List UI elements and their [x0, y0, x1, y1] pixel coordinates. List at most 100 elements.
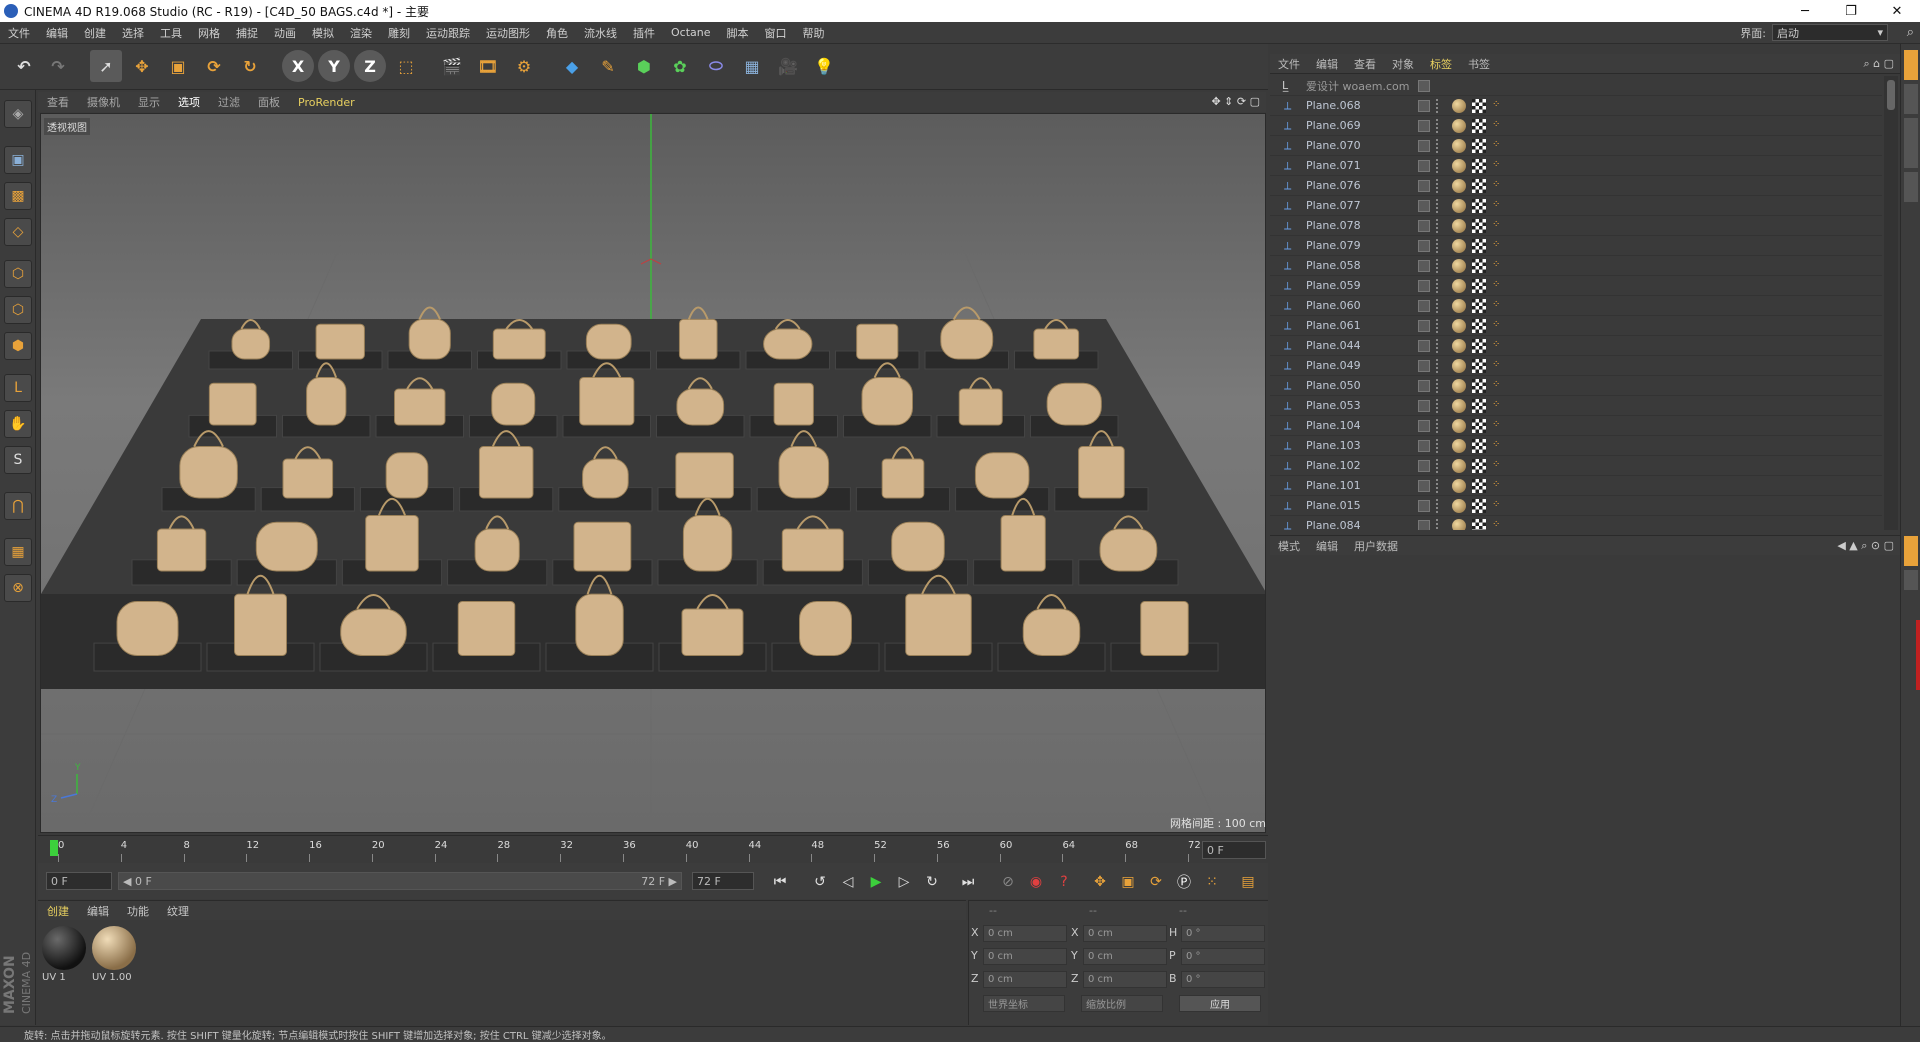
key-scale-icon[interactable]: ▣ — [1116, 870, 1140, 894]
object-list-scrollbar[interactable] — [1884, 76, 1898, 530]
render-visibility-dots[interactable] — [1436, 98, 1440, 113]
menu-plugins[interactable]: 插件 — [625, 25, 663, 41]
attribute-menu-mode[interactable]: 模式 — [1270, 538, 1308, 554]
uvw-tag-icon[interactable] — [1472, 118, 1486, 133]
visibility-toggle[interactable] — [1418, 299, 1430, 312]
menu-octane[interactable]: Octane — [663, 26, 719, 39]
tab-content-browser[interactable] — [1904, 118, 1918, 168]
x-axis-lock-icon[interactable]: X — [282, 50, 314, 82]
object-row-root[interactable]: L̲ 爱设计 woaem.com — [1270, 76, 1882, 96]
phong-tag-icon[interactable]: ⁘ — [1492, 99, 1504, 113]
material-tag-icon[interactable] — [1452, 238, 1466, 253]
uvw-tag-icon[interactable] — [1472, 98, 1486, 113]
visibility-toggle[interactable] — [1418, 139, 1430, 152]
object-menu-objects[interactable]: 对象 — [1384, 56, 1422, 72]
timeline-ruler[interactable]: 0 4 8 12 16 20 24 28 32 36 40 44 48 52 56 60 64 68 72 0 F — [38, 835, 1268, 863]
snap-icon[interactable]: S — [4, 446, 32, 474]
material-tag-icon[interactable] — [1452, 378, 1466, 393]
render-visibility-dots[interactable] — [1436, 398, 1440, 413]
object-menu-tags[interactable]: 标签 — [1422, 56, 1460, 72]
subdivision-surface-icon[interactable]: ⬢ — [628, 50, 660, 82]
uvw-tag-icon[interactable] — [1472, 258, 1486, 273]
timeline-window-icon[interactable]: ▤ — [1236, 870, 1260, 894]
object-row[interactable]: ⟂ Plane.070 ⁘ — [1270, 136, 1882, 156]
render-visibility-dots[interactable] — [1436, 218, 1440, 233]
close-button[interactable]: ✕ — [1874, 0, 1920, 22]
workplane-icon[interactable]: ◇ — [4, 218, 32, 246]
play-icon[interactable]: ▶ — [864, 870, 888, 894]
visibility-toggle[interactable] — [1418, 459, 1430, 472]
object-menu-edit[interactable]: 编辑 — [1308, 56, 1346, 72]
phong-tag-icon[interactable]: ⁘ — [1492, 419, 1504, 433]
apply-button[interactable]: 应用 — [1179, 995, 1261, 1012]
menu-pipeline[interactable]: 流水线 — [576, 25, 625, 41]
menu-create[interactable]: 创建 — [76, 25, 114, 41]
material-tag-icon[interactable] — [1452, 218, 1466, 233]
points-mode-icon[interactable]: ⬡ — [4, 260, 32, 288]
start-frame-field[interactable]: 0 F — [46, 872, 112, 890]
rotate-tool-icon[interactable]: ⟳ — [198, 50, 230, 82]
tab-objects[interactable] — [1904, 50, 1918, 80]
object-row[interactable]: ⟂ Plane.049 ⁘ — [1270, 356, 1882, 376]
material-tag-icon[interactable] — [1452, 358, 1466, 373]
render-visibility-dots[interactable] — [1436, 238, 1440, 253]
render-visibility-dots[interactable] — [1436, 318, 1440, 333]
phong-tag-icon[interactable]: ⁘ — [1492, 199, 1504, 213]
key-position-icon[interactable]: ✥ — [1088, 870, 1112, 894]
phong-tag-icon[interactable]: ⁘ — [1492, 339, 1504, 353]
material-menu-edit[interactable]: 编辑 — [78, 903, 118, 919]
phong-tag-icon[interactable]: ⁘ — [1492, 219, 1504, 233]
record-keys-icon[interactable]: ⊘ — [996, 870, 1020, 894]
menu-sculpt[interactable]: 雕刻 — [380, 25, 418, 41]
perspective-viewport[interactable]: Y Z — [40, 113, 1266, 833]
polygons-mode-icon[interactable]: ⬢ — [4, 332, 32, 360]
object-row[interactable]: ⟂ Plane.061 ⁘ — [1270, 316, 1882, 336]
visibility-toggle[interactable] — [1418, 159, 1430, 172]
object-row[interactable]: ⟂ Plane.059 ⁘ — [1270, 276, 1882, 296]
object-row[interactable]: ⟂ Plane.079 ⁘ — [1270, 236, 1882, 256]
uvw-tag-icon[interactable] — [1472, 158, 1486, 173]
playhead-marker[interactable] — [50, 840, 58, 856]
key-pla-icon[interactable]: ⁙ — [1200, 870, 1224, 894]
material-tag-icon[interactable] — [1452, 438, 1466, 453]
rotation-p-field[interactable]: 0 ° — [1181, 948, 1265, 965]
visibility-toggle[interactable] — [1418, 519, 1430, 530]
cloner-icon[interactable]: ✿ — [664, 50, 696, 82]
uvw-tag-icon[interactable] — [1472, 198, 1486, 213]
render-visibility-dots[interactable] — [1436, 518, 1440, 530]
go-to-end-icon[interactable]: ⏭ — [956, 870, 980, 894]
render-view-icon[interactable]: 🎬 — [436, 50, 468, 82]
recent-tool-icon[interactable]: ↻ — [234, 50, 266, 82]
visibility-toggle[interactable] — [1418, 499, 1430, 512]
render-visibility-dots[interactable] — [1436, 278, 1440, 293]
visibility-toggle[interactable] — [1418, 359, 1430, 372]
viewport-menu-camera[interactable]: 摄像机 — [78, 94, 129, 110]
menu-script[interactable]: 脚本 — [719, 25, 757, 41]
render-visibility-dots[interactable] — [1436, 198, 1440, 213]
render-visibility-dots[interactable] — [1436, 298, 1440, 313]
axis-mode-icon[interactable]: L — [4, 374, 32, 402]
position-z-field[interactable]: 0 cm — [983, 971, 1067, 988]
material-tag-icon[interactable] — [1452, 398, 1466, 413]
render-visibility-dots[interactable] — [1436, 358, 1440, 373]
material-tag-icon[interactable] — [1452, 178, 1466, 193]
visibility-toggle[interactable] — [1418, 79, 1430, 92]
material-tag-icon[interactable] — [1452, 498, 1466, 513]
phong-tag-icon[interactable]: ⁘ — [1492, 259, 1504, 273]
uvw-tag-icon[interactable] — [1472, 298, 1486, 313]
viewport-nav-icons[interactable]: ✥ ⇕ ⟳ ▢ — [1211, 95, 1260, 108]
previous-key-icon[interactable]: ↺ — [808, 870, 832, 894]
phong-tag-icon[interactable]: ⁘ — [1492, 159, 1504, 173]
cube-object-icon[interactable]: ◆ — [556, 50, 588, 82]
viewport-menu-display[interactable]: 显示 — [129, 94, 169, 110]
size-x-field[interactable]: 0 cm — [1083, 925, 1167, 942]
menu-animate[interactable]: 动画 — [266, 25, 304, 41]
uvw-tag-icon[interactable] — [1472, 478, 1486, 493]
visibility-toggle[interactable] — [1418, 419, 1430, 432]
position-y-field[interactable]: 0 cm — [983, 948, 1067, 965]
object-row[interactable]: ⟂ Plane.044 ⁘ — [1270, 336, 1882, 356]
phong-tag-icon[interactable]: ⁘ — [1492, 139, 1504, 153]
visibility-toggle[interactable] — [1418, 199, 1430, 212]
material-menu-create[interactable]: 创建 — [38, 903, 78, 919]
tab-attributes[interactable] — [1904, 536, 1918, 566]
